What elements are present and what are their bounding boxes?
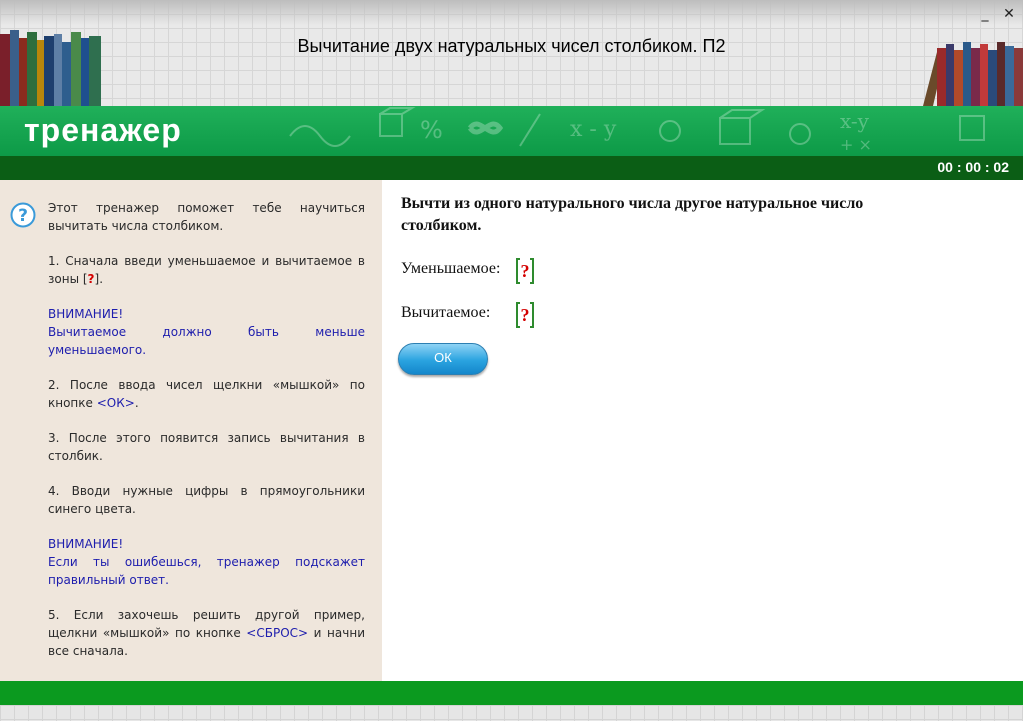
banner-title: тренажер: [24, 112, 182, 148]
step-2: 2. После ввода чисел щелкни «мышкой» по …: [48, 376, 365, 412]
help-circle-icon: ?: [10, 202, 36, 228]
svg-text:%: %: [420, 116, 443, 144]
ok-button[interactable]: ОК: [398, 343, 488, 375]
instructions-text: Этот тренажер поможет тебе научиться выч…: [48, 199, 365, 677]
warning-1-text: Вычитаемое должно быть меньше уменьшаемо…: [48, 325, 365, 357]
header: Вычитание двух натуральных чисел столбик…: [0, 0, 1023, 106]
reset-link-text: <СБРОС>: [246, 626, 309, 640]
step-3: 3. После этого появится запись вычитания…: [48, 431, 365, 463]
svg-text:x-y: x-y: [840, 109, 870, 133]
step-1: 1. Сначала введи уменьшаемое и вычитаемо…: [48, 252, 365, 288]
minimize-button[interactable]: _: [977, 6, 993, 22]
step-5: 5. Если захочешь решить другой пример, щ…: [48, 606, 365, 660]
step-2-text: 2. После ввода чисел щелкни «мышкой» по …: [48, 378, 365, 410]
svg-text:?: ?: [18, 206, 28, 226]
footer-bar: [0, 681, 1023, 705]
subtrahend-input[interactable]: ?: [516, 302, 534, 328]
question-mark-icon: ?: [87, 272, 95, 286]
svg-text:+ ×: + ×: [840, 135, 872, 154]
step-1-end: ].: [94, 272, 104, 286]
close-button[interactable]: ✕: [1001, 6, 1017, 22]
step-2-end: .: [134, 396, 139, 410]
intro-text: Этот тренажер поможет тебе научиться выч…: [48, 201, 365, 233]
banner: тренажер % x - y x-y + ×: [0, 106, 1023, 156]
warning-1: ВНИМАНИЕ! Вычитаемое должно быть меньше у…: [48, 305, 365, 359]
minuend-placeholder: ?: [520, 261, 530, 281]
window-title: Вычитание двух натуральных чисел столбик…: [297, 36, 726, 56]
warning-2-text: Если ты ошибешься, тренажер подскажет пр…: [48, 555, 365, 587]
step-4: 4. Вводи нужные цифры в прямоугольники с…: [48, 484, 365, 516]
math-decoration-icon: % x - y x-y + ×: [289, 107, 985, 154]
minuend-input[interactable]: ?: [516, 258, 534, 284]
ok-link-text: <ОК>: [96, 396, 135, 410]
subtrahend-label: Вычитаемое:: [401, 304, 491, 321]
warning-2-title: ВНИМАНИЕ!: [48, 537, 124, 551]
timer-bar: 00 : 00 : 02: [0, 156, 1023, 180]
subtrahend-placeholder: ?: [520, 305, 530, 325]
timer: 00 : 00 : 02: [937, 159, 1009, 175]
bottom-edge: [0, 705, 1023, 721]
warning-2: ВНИМАНИЕ! Если ты ошибешься, тренажер под…: [48, 535, 365, 589]
main-panel: Вычти из одного натурального числа друго…: [382, 180, 1023, 681]
minuend-label: Уменьшаемое:: [401, 260, 501, 277]
warning-1-title: ВНИМАНИЕ!: [48, 307, 124, 321]
instructions-panel: ? Этот тренажер поможет тебе научиться в…: [0, 180, 382, 681]
window-controls: _ ✕: [977, 6, 1017, 22]
task-text: Вычти из одного натурального числа друго…: [401, 195, 864, 234]
svg-text:x - y: x - y: [570, 117, 617, 142]
